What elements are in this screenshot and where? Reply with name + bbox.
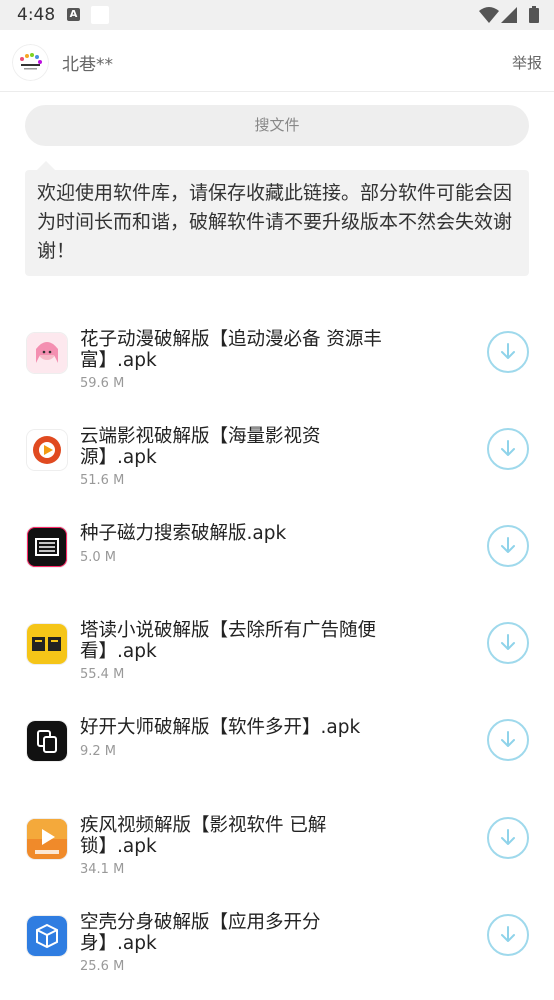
file-title: 空壳分身破解版【应用多开分身】.apk: [80, 912, 321, 954]
file-title: 云端影视破解版【海量影视资源】.apk: [80, 426, 321, 468]
list-item[interactable]: 空壳分身破解版【应用多开分身】.apk 25.6 M: [0, 903, 554, 1000]
status-time: 4:48: [17, 5, 56, 25]
file-title: 好开大师破解版【软件多开】.apk: [80, 717, 361, 738]
search-input[interactable]: 搜文件: [25, 105, 529, 146]
notification-icon: [91, 6, 109, 24]
app-header: 北巷** 举报: [0, 30, 554, 92]
magnet-search-icon: [26, 526, 68, 568]
file-size: 55.4 M: [80, 667, 125, 682]
multi-open-icon: [26, 720, 68, 762]
tadu-novel-icon: [26, 623, 68, 665]
list-item[interactable]: 花子动漫破解版【追动漫必备 资源丰富】.apk 59.6 M: [0, 320, 554, 417]
file-size: 34.1 M: [80, 862, 125, 877]
file-title: 疾风视频解版【影视软件 已解锁】.apk: [80, 815, 327, 857]
download-button[interactable]: [487, 719, 529, 761]
owner-name: 北巷**: [62, 55, 113, 75]
battery-icon: [529, 6, 539, 23]
download-button[interactable]: [487, 331, 529, 373]
download-icon: [501, 926, 515, 942]
list-item[interactable]: 种子磁力搜索破解版.apk 5.0 M: [0, 514, 554, 611]
download-button[interactable]: [487, 525, 529, 567]
list-item[interactable]: 云端影视破解版【海量影视资源】.apk 51.6 M: [0, 417, 554, 514]
download-button[interactable]: [487, 622, 529, 664]
list-item[interactable]: 塔读小说破解版【去除所有广告随便看】.apk 55.4 M: [0, 611, 554, 708]
report-button[interactable]: 举报: [512, 52, 542, 73]
download-icon: [501, 731, 515, 747]
file-size: 59.6 M: [80, 376, 125, 391]
file-size: 9.2 M: [80, 744, 117, 759]
wifi-icon: [479, 7, 499, 23]
download-icon: [501, 634, 515, 650]
download-icon: [501, 829, 515, 845]
notice-text: 欢迎使用软件库，请保存收藏此链接。部分软件可能会因为时间长而和谐，破解软件请不要…: [37, 182, 513, 262]
file-title: 种子磁力搜索破解版.apk: [80, 523, 287, 544]
cube-clone-icon: [26, 915, 68, 957]
download-button[interactable]: [487, 914, 529, 956]
download-button[interactable]: [487, 428, 529, 470]
file-size: 25.6 M: [80, 959, 125, 974]
video-play-icon: [26, 818, 68, 860]
user-logo-icon: [12, 44, 49, 81]
file-size: 51.6 M: [80, 473, 125, 488]
list-item[interactable]: 好开大师破解版【软件多开】.apk 9.2 M: [0, 708, 554, 805]
file-size: 5.0 M: [80, 550, 117, 565]
notification-a-icon: A: [67, 8, 80, 21]
status-bar: 4:48 A: [0, 0, 554, 30]
anime-girl-icon: [26, 332, 68, 374]
download-icon: [501, 343, 515, 359]
cloud-video-icon: [26, 429, 68, 471]
list-item[interactable]: 疾风视频解版【影视软件 已解锁】.apk 34.1 M: [0, 806, 554, 903]
download-button[interactable]: [487, 817, 529, 859]
file-title: 塔读小说破解版【去除所有广告随便看】.apk: [80, 620, 377, 662]
signal-icon: [501, 7, 517, 23]
notice-bubble: 欢迎使用软件库，请保存收藏此链接。部分软件可能会因为时间长而和谐，破解软件请不要…: [25, 161, 529, 276]
download-icon: [501, 537, 515, 553]
download-icon: [501, 440, 515, 456]
file-title: 花子动漫破解版【追动漫必备 资源丰富】.apk: [80, 329, 382, 371]
